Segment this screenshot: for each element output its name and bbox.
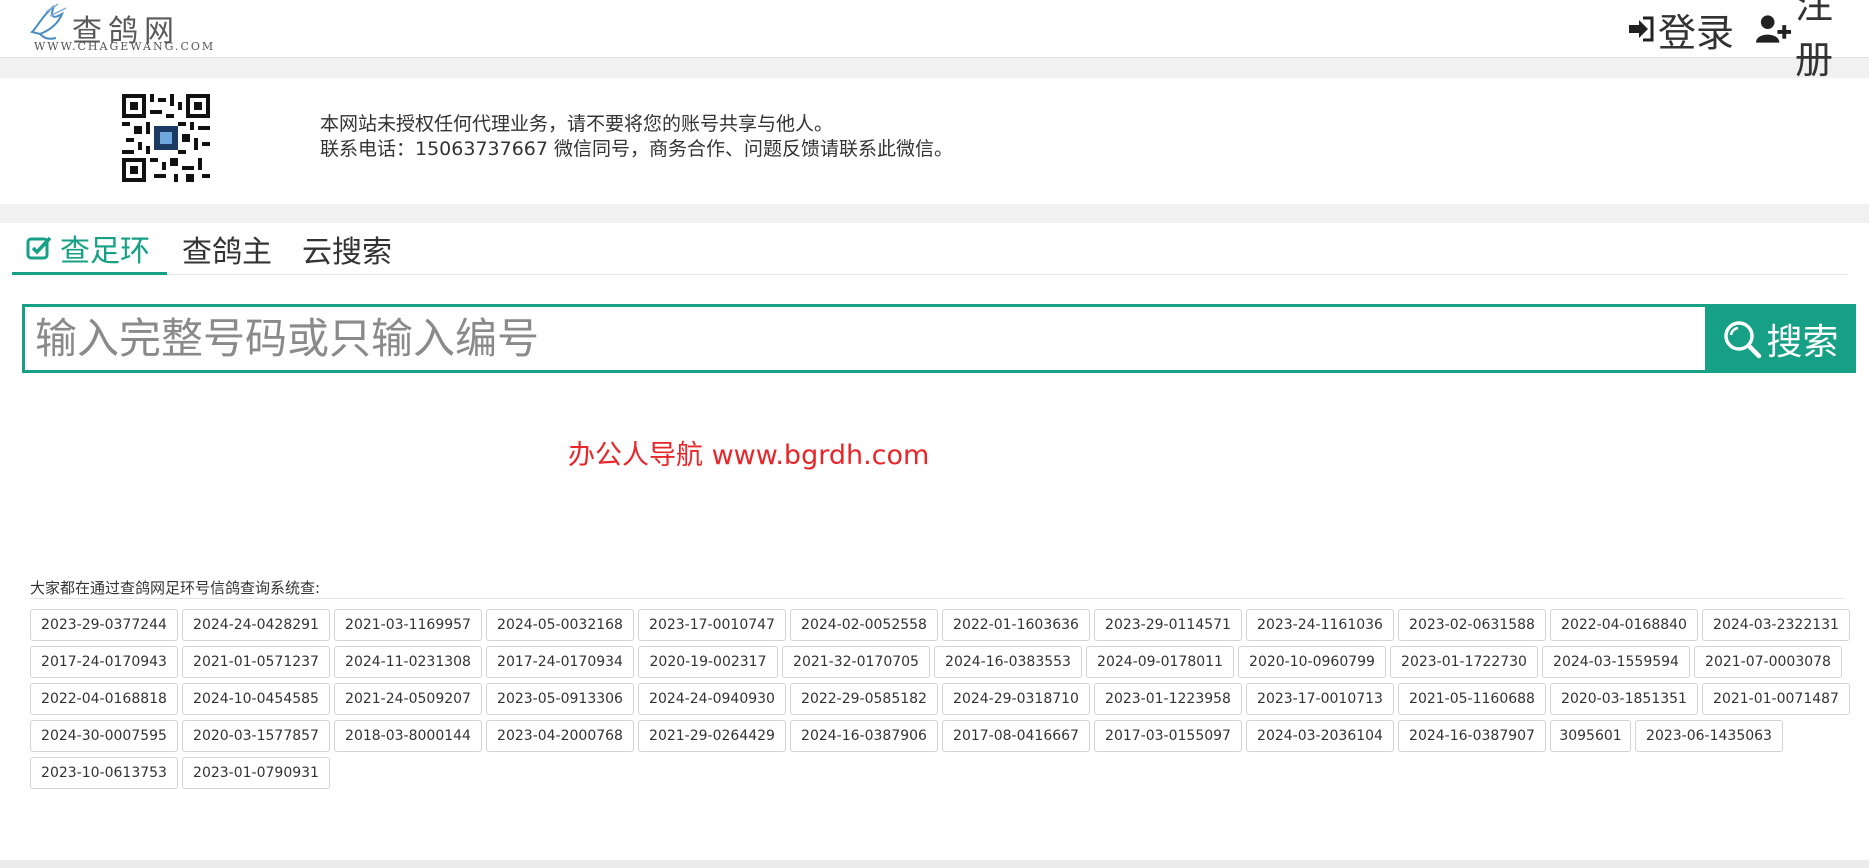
logo-url: WWW.CHAGEWANG.COM xyxy=(34,40,216,53)
popular-search-tag[interactable]: 2023-01-0790931 xyxy=(182,757,330,789)
popular-search-tag[interactable]: 2017-24-0170943 xyxy=(30,646,178,678)
popular-search-tag[interactable]: 2024-11-0231308 xyxy=(334,646,482,678)
tab-owner-label: 查鸽主 xyxy=(182,235,272,270)
register-link[interactable]: 注册 xyxy=(1756,0,1869,82)
popular-search-tag[interactable]: 2024-09-0178011 xyxy=(1086,646,1234,678)
popular-search-tag[interactable]: 2022-04-0168840 xyxy=(1550,609,1698,641)
popular-search-tag[interactable]: 2024-02-0052558 xyxy=(790,609,938,641)
popular-search-tag[interactable]: 2024-16-0387907 xyxy=(1398,720,1546,752)
popular-search-tag[interactable]: 2021-01-0571237 xyxy=(182,646,330,678)
main-panel: 查足环 查鸽主 云搜索 搜索 办公人导航 www.bgrdh.com 大家都在通… xyxy=(0,223,1869,860)
popular-search-tag[interactable]: 2021-24-0509207 xyxy=(334,683,482,715)
notice-panel: 本网站未授权任何代理业务，请不要将您的账号共享与他人。 联系电话：1506373… xyxy=(0,78,1869,204)
popular-searches-label: 大家都在通过查鸽网足环号信鸽查询系统查: xyxy=(30,579,321,597)
popular-search-tag[interactable]: 2021-05-1160688 xyxy=(1398,683,1546,715)
popular-search-tag[interactable]: 2023-29-0377244 xyxy=(30,609,178,641)
popular-search-tag[interactable]: 2022-04-0168818 xyxy=(30,683,178,715)
popular-search-tag[interactable]: 2024-16-0387906 xyxy=(790,720,938,752)
popular-search-tag[interactable]: 2020-19-002317 xyxy=(638,646,778,678)
popular-search-tag[interactable]: 2023-17-0010747 xyxy=(638,609,786,641)
popular-search-tag[interactable]: 2024-03-1559594 xyxy=(1542,646,1690,678)
popular-search-tag[interactable]: 2024-30-0007595 xyxy=(30,720,178,752)
popular-search-tag[interactable]: 2023-01-1223958 xyxy=(1094,683,1242,715)
popular-search-tag[interactable]: 2023-29-0114571 xyxy=(1094,609,1242,641)
popular-search-tag[interactable]: 2021-07-0003078 xyxy=(1694,646,1842,678)
popular-search-tag[interactable]: 2023-01-1722730 xyxy=(1390,646,1538,678)
search-input[interactable] xyxy=(25,307,1705,370)
popular-search-tag[interactable]: 3095601 xyxy=(1550,720,1631,752)
tab-cloud-search[interactable]: 云搜索 xyxy=(302,223,392,275)
site-logo[interactable]: 查鸽网 WWW.CHAGEWANG.COM xyxy=(22,2,213,56)
tab-owner-search[interactable]: 查鸽主 xyxy=(182,223,272,275)
popular-search-tag[interactable]: 2018-03-8000144 xyxy=(334,720,482,752)
login-link[interactable]: 登录 xyxy=(1626,8,1734,55)
popular-search-tag[interactable]: 2024-16-0383553 xyxy=(934,646,1082,678)
popular-search-tag[interactable]: 2021-01-0071487 xyxy=(1702,683,1850,715)
notice-line-2: 联系电话：15063737667 微信同号，商务合作、问题反馈请联系此微信。 xyxy=(320,138,954,160)
search-icon xyxy=(1724,320,1762,358)
wechat-qr-code xyxy=(122,94,210,182)
popular-search-tag[interactable]: 2023-24-1161036 xyxy=(1246,609,1394,641)
popular-search-tag[interactable]: 2024-24-0940930 xyxy=(638,683,786,715)
popular-search-tag[interactable]: 2024-10-0454585 xyxy=(182,683,330,715)
popular-search-tag[interactable]: 2017-24-0170934 xyxy=(486,646,634,678)
register-label: 注册 xyxy=(1795,0,1834,82)
popular-search-tag[interactable]: 2023-17-0010713 xyxy=(1246,683,1394,715)
tab-ring-search[interactable]: 查足环 xyxy=(12,223,167,275)
popular-search-tag[interactable]: 2020-03-1851351 xyxy=(1550,683,1698,715)
popular-search-tag[interactable]: 2023-10-0613753 xyxy=(30,757,178,789)
user-plus-icon xyxy=(1756,15,1792,43)
check-square-icon xyxy=(26,236,52,259)
popular-search-tag[interactable]: 2021-29-0264429 xyxy=(638,720,786,752)
divider xyxy=(30,598,1844,599)
popular-search-tag[interactable]: 2024-29-0318710 xyxy=(942,683,1090,715)
popular-search-tag[interactable]: 2022-01-1603636 xyxy=(942,609,1090,641)
popular-search-tag[interactable]: 2021-03-1169957 xyxy=(334,609,482,641)
search-tabs: 查足环 查鸽主 云搜索 xyxy=(12,223,1847,275)
search-button-label: 搜索 xyxy=(1766,321,1839,363)
search-button[interactable]: 搜索 xyxy=(1705,304,1856,373)
popular-search-tag[interactable]: 2020-03-1577857 xyxy=(182,720,330,752)
notice-text: 本网站未授权任何代理业务，请不要将您的账号共享与他人。 联系电话：1506373… xyxy=(320,112,953,162)
popular-search-tag[interactable]: 2024-05-0032168 xyxy=(486,609,634,641)
popular-search-tag[interactable]: 2021-32-0170705 xyxy=(782,646,930,678)
popular-search-tag[interactable]: 2017-08-0416667 xyxy=(942,720,1090,752)
popular-search-tag[interactable]: 2023-05-0913306 xyxy=(486,683,634,715)
popular-search-tag[interactable]: 2023-02-0631588 xyxy=(1398,609,1546,641)
popular-search-tag[interactable]: 2023-06-1435063 xyxy=(1635,720,1783,752)
top-header: 查鸽网 WWW.CHAGEWANG.COM 登录 注册 xyxy=(0,0,1869,82)
login-label: 登录 xyxy=(1658,10,1735,55)
popular-search-tag[interactable]: 2022-29-0585182 xyxy=(790,683,938,715)
notice-line-1: 本网站未授权任何代理业务，请不要将您的账号共享与他人。 xyxy=(320,113,834,135)
popular-search-tag[interactable]: 2024-03-2036104 xyxy=(1246,720,1394,752)
ad-link[interactable]: 办公人导航 www.bgrdh.com xyxy=(568,433,929,472)
popular-search-tag[interactable]: 2017-03-0155097 xyxy=(1094,720,1242,752)
popular-search-tag[interactable]: 2020-10-0960799 xyxy=(1238,646,1386,678)
tab-cloud-label: 云搜索 xyxy=(302,235,392,270)
popular-search-tag[interactable]: 2023-04-2000768 xyxy=(486,720,634,752)
popular-search-tag[interactable]: 2024-24-0428291 xyxy=(182,609,330,641)
footer-bar xyxy=(0,860,1869,868)
sign-in-icon xyxy=(1629,16,1654,42)
tab-ring-label: 查足环 xyxy=(60,233,150,269)
popular-search-tag[interactable]: 2024-03-2322131 xyxy=(1702,609,1850,641)
search-bar: 搜索 xyxy=(22,304,1856,373)
